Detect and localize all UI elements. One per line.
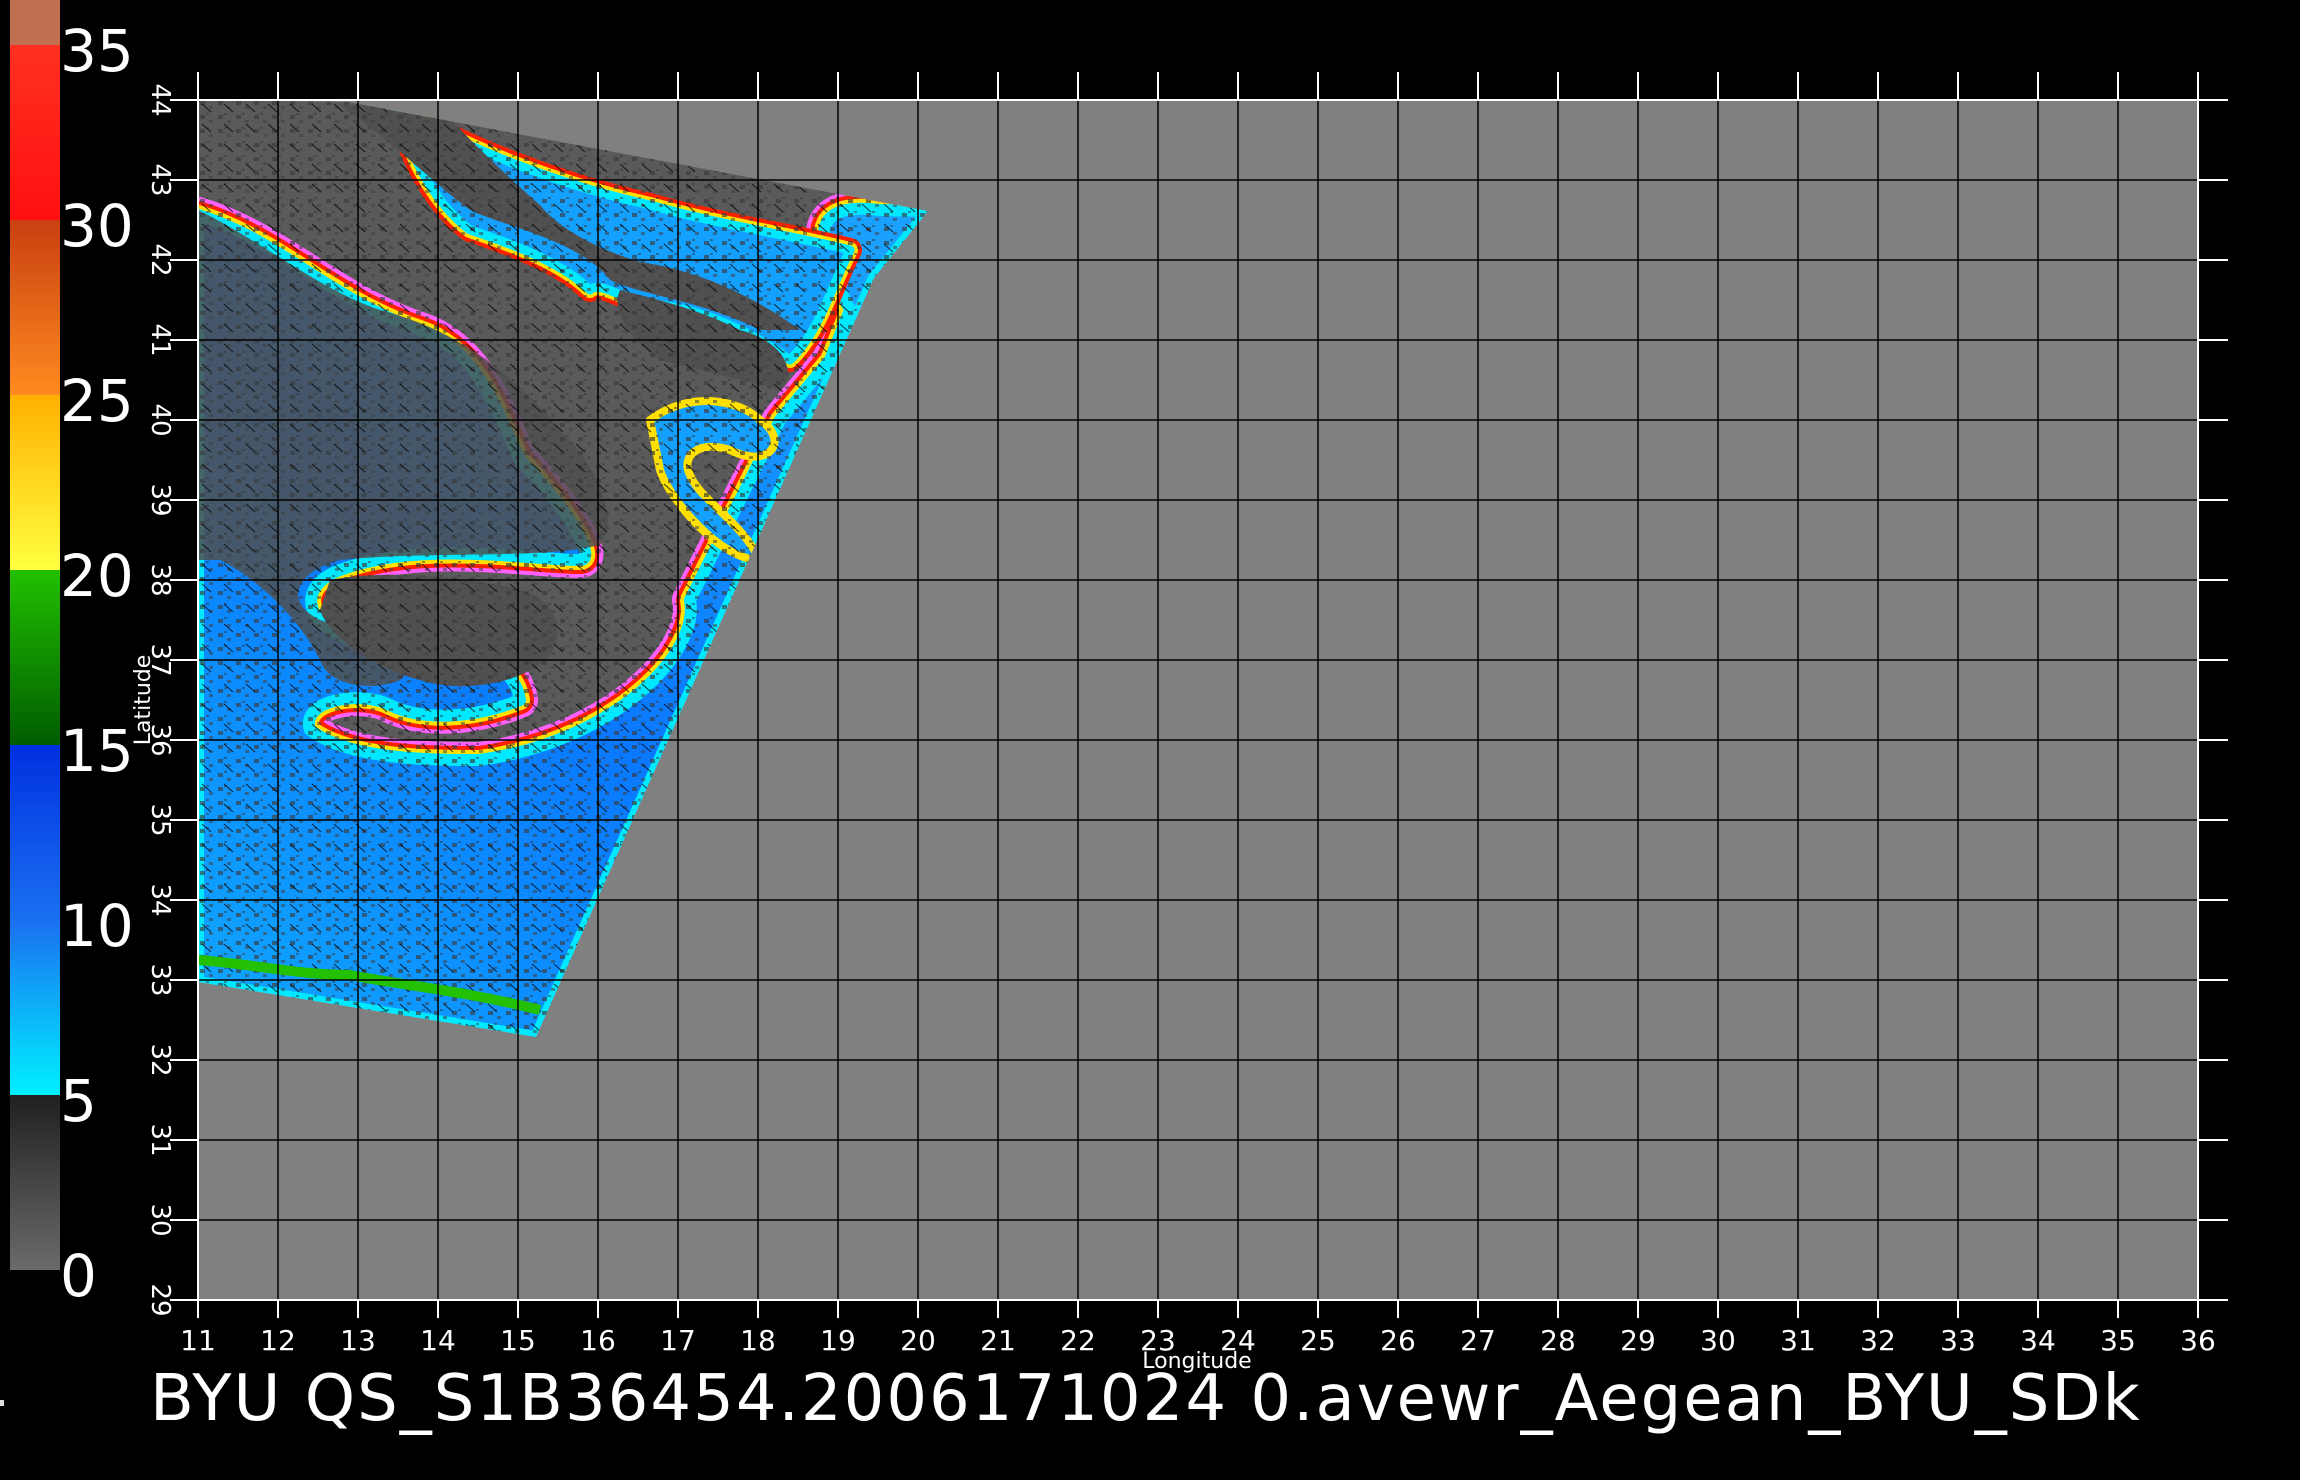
x-tick-label: 25 — [1300, 1324, 1336, 1357]
colorbar-label: 15 — [60, 717, 134, 785]
colorbar-label: 10 — [60, 892, 134, 960]
colorbar-segment — [10, 570, 60, 745]
colorbar-segment — [10, 45, 60, 220]
colorbar-segment — [10, 745, 60, 920]
x-tick-label: 22 — [1060, 1324, 1096, 1357]
x-tick-label: 20 — [900, 1324, 936, 1357]
colorbar-labels: 0 5 10 15 20 25 30 35 — [60, 17, 134, 1310]
x-tick-label: 35 — [2100, 1324, 2136, 1357]
y-tick-label: 40 — [145, 403, 175, 436]
y-tick-label: 31 — [145, 1123, 175, 1156]
y-tick-label: 39 — [145, 483, 175, 516]
y-axis-label: Latitude — [131, 655, 156, 746]
colorbar-segment — [10, 920, 60, 1095]
colorbar-label: 35 — [60, 17, 134, 85]
colorbar-label: 20 — [60, 542, 134, 610]
colorbar-segment — [10, 1095, 60, 1270]
x-tick-label: 34 — [2020, 1324, 2056, 1357]
x-tick-label: 33 — [1940, 1324, 1976, 1357]
y-tick-label: 29 — [145, 1283, 175, 1316]
x-tick-label: 14 — [420, 1324, 456, 1357]
x-tick-label: 16 — [580, 1324, 616, 1357]
x-tick-label: 19 — [820, 1324, 856, 1357]
edge-mark — [0, 1400, 4, 1406]
image-title: BYU QS_S1B36454.2006171024 0.avewr_Aegea… — [150, 1362, 2142, 1436]
x-tick-label: 11 — [180, 1324, 216, 1357]
colorbar-label: 0 — [60, 1242, 97, 1310]
y-tick-label: 30 — [145, 1203, 175, 1236]
colorbar-segment — [10, 220, 60, 395]
x-tick-label: 36 — [2180, 1324, 2216, 1357]
x-tick-label: 30 — [1700, 1324, 1736, 1357]
colorbar-cap — [10, 0, 60, 45]
colorbar-label: 25 — [60, 367, 134, 435]
y-tick-label: 41 — [145, 323, 175, 356]
x-tick-label: 17 — [660, 1324, 696, 1357]
x-tick-label: 28 — [1540, 1324, 1576, 1357]
y-tick-label: 33 — [145, 963, 175, 996]
wind-map: 11 12 13 14 15 16 17 18 19 20 21 22 23 24 25 26 27 28 29 30… — [10, 0, 2228, 1374]
x-tick-label: 27 — [1460, 1324, 1496, 1357]
x-tick-label: 32 — [1860, 1324, 1896, 1357]
colorbar-label: 30 — [60, 192, 134, 260]
colorbar — [10, 0, 60, 1270]
x-tick-label: 31 — [1780, 1324, 1816, 1357]
x-tick-label: 13 — [340, 1324, 376, 1357]
y-tick-label: 43 — [145, 163, 175, 196]
x-tick-label: 21 — [980, 1324, 1016, 1357]
x-tick-label: 12 — [260, 1324, 296, 1357]
y-tick-label: 44 — [145, 83, 175, 116]
colorbar-label: 5 — [60, 1067, 97, 1135]
x-tick-label: 15 — [500, 1324, 536, 1357]
y-tick-label: 35 — [145, 803, 175, 836]
x-tick-label: 26 — [1380, 1324, 1416, 1357]
x-tick-label: 29 — [1620, 1324, 1656, 1357]
x-tick-label: 18 — [740, 1324, 776, 1357]
y-tick-label: 34 — [145, 883, 175, 916]
y-tick-label: 38 — [145, 563, 175, 596]
y-tick-label: 32 — [145, 1043, 175, 1076]
colorbar-segment — [10, 395, 60, 570]
y-tick-label: 42 — [145, 243, 175, 276]
